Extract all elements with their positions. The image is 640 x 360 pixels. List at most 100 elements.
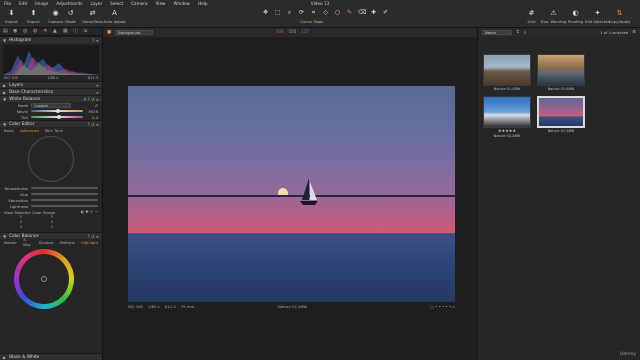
edit-selected-button[interactable]: ✦ Edit Selected (585, 9, 610, 24)
annotate-icon[interactable]: ✐ (382, 9, 389, 16)
library-tab-icon[interactable]: ▤ (3, 29, 8, 34)
histogram-curves (3, 51, 100, 75)
layers-header[interactable]: ▶ Layers ≡ (0, 81, 102, 88)
menu-icon[interactable]: ≡ (632, 30, 636, 35)
meta-tab-icon[interactable]: ⓘ (73, 29, 78, 34)
rating-stars[interactable]: ★★★★★ (483, 128, 531, 133)
thumbnail-image (483, 54, 531, 86)
tool-icons[interactable]: A ? ↺ ≡ (84, 97, 99, 102)
details-tab-icon[interactable]: ▲ (53, 29, 58, 34)
thumbnail-selected[interactable]: Nature 07.ARW (537, 96, 585, 138)
menu-edit[interactable]: Edit (19, 1, 27, 6)
variant-select[interactable]: Background (115, 30, 154, 35)
spot-icon[interactable]: ○ (334, 9, 341, 16)
thumbnail[interactable]: Nature 01.ARW (483, 54, 531, 91)
sort-select[interactable]: Name (482, 30, 512, 35)
color-balance-wheel[interactable] (14, 249, 74, 309)
thumbnail[interactable]: Nature 03.ARW (537, 54, 585, 91)
lens-tab-icon[interactable]: ◎ (23, 29, 28, 34)
color-range-wheel[interactable] (28, 136, 74, 182)
color-balance-header[interactable]: ▼ Color Balance ? ↺ ≡ (0, 232, 102, 239)
kelvin-slider[interactable] (31, 109, 83, 113)
capture-tab-icon[interactable]: ◉ (13, 29, 18, 34)
undo-redo-button[interactable]: ⇄ Undo/Redo (82, 9, 103, 24)
tool-icons[interactable]: ? ↺ ≡ (88, 122, 99, 127)
reset-button[interactable]: ↺ Reset (62, 9, 79, 24)
output-tab-icon[interactable]: ⇲ (83, 29, 88, 34)
menu-image[interactable]: Image (35, 1, 48, 6)
menu-view[interactable]: View (156, 1, 166, 6)
search-icon[interactable]: ⌕ (524, 30, 527, 36)
sort-direction-icon[interactable]: ↕ (516, 30, 520, 35)
menu-help[interactable]: Help (198, 1, 208, 6)
pan-icon[interactable]: ✥ (262, 9, 269, 16)
white-balance-header[interactable]: ▼ White Balance A ? ↺ ≡ (0, 95, 102, 102)
expand-icon: ▶ (3, 89, 7, 95)
import-icon: ⬇ (8, 9, 15, 17)
rotate-icon[interactable]: ⟳ (298, 9, 305, 16)
exposure-tab-icon[interactable]: ☀ (43, 29, 48, 34)
color-tab-icon[interactable]: ◍ (33, 29, 38, 34)
picker-icon[interactable]: ✚ (370, 9, 377, 16)
keystone-icon[interactable]: ◇ (322, 9, 329, 16)
collapse-icon: ▼ (3, 96, 7, 102)
menu-file[interactable]: File (4, 1, 11, 6)
auto-adjust-button[interactable]: A Auto Adjust (104, 9, 126, 24)
lightness-slider[interactable] (31, 205, 98, 207)
expand-icon: ▶ (3, 354, 7, 360)
expand-icon: ▶ (3, 82, 7, 88)
menu-layer[interactable]: Layer (90, 1, 102, 6)
tint-slider[interactable] (31, 115, 83, 119)
eraser-icon[interactable]: ⌫ (358, 9, 366, 16)
crop-icon[interactable]: ⌗ (310, 9, 317, 16)
proofing-button[interactable]: ◐ Proofing (567, 9, 584, 24)
collapse-icon: ▼ (3, 121, 7, 127)
brush-icon[interactable]: ✎ (346, 9, 353, 16)
tab-shadow[interactable]: Shadow (39, 240, 54, 245)
export-button[interactable]: ⬆ Export (25, 9, 42, 24)
menu-select[interactable]: Select (110, 1, 123, 6)
rating-dots[interactable]: ▢ • • • • • ▫ (430, 304, 455, 309)
tool-tabs: ▤ ◉ ◎ ◍ ☀ ▲ ▦ ⓘ ⇲ (0, 28, 102, 36)
eyedropper-icon[interactable]: ✐ (95, 103, 98, 108)
histogram-header[interactable]: ▼ Histogram ? ≡ (0, 36, 102, 43)
udemy-watermark: Udemy (620, 352, 636, 357)
range-icons[interactable]: ◐ ✚ ＋ − (81, 209, 98, 215)
main-photo[interactable] (128, 86, 455, 302)
color-editor-header[interactable]: ▼ Color Editor ? ↺ ≡ (0, 120, 102, 127)
tab-midtone[interactable]: Midtone (60, 240, 75, 245)
color-editor-tabs: Basic Advanced Skin Tone (0, 127, 102, 133)
tab-advanced[interactable]: Advanced (20, 128, 39, 133)
saturation-slider[interactable] (31, 199, 98, 201)
base-characteristics-header[interactable]: ▶ Base Characteristics ≡ (0, 88, 102, 95)
tab-master[interactable]: Master (4, 240, 17, 245)
select-icon[interactable]: ⬚ (274, 9, 281, 16)
horizon-line (128, 195, 455, 197)
adjust-tab-icon[interactable]: ▦ (63, 29, 68, 34)
zoom-icon[interactable]: ⌕ (286, 9, 293, 16)
black-white-header[interactable]: ▶ Black & White (0, 353, 102, 360)
import-button[interactable]: ⬇ Import (3, 9, 20, 24)
exp-warning-button[interactable]: ⚠ Exp. Warning (541, 9, 566, 24)
tool-icons[interactable]: ? ≡ (92, 38, 99, 43)
tool-icons[interactable]: ? ↺ ≡ (88, 234, 99, 239)
browser-panel: Name ↕ ⌕ 1 of 4 selected ≡ Nature 01.ARW… (477, 28, 640, 360)
wb-mode-select[interactable]: Custom (31, 102, 71, 108)
tab-3-way[interactable]: 3-Way (23, 237, 33, 247)
tab-highlight[interactable]: Highlight (81, 240, 98, 245)
tab-basic[interactable]: Basic (4, 128, 14, 133)
cursor-tools: ✥ ⬚ ⌕ ⟳ ⌗ ◇ ○ ✎ ⌫ ✚ ✐ (262, 9, 389, 16)
thumbnail[interactable]: ★★★★★ Nature 04.ARW (483, 96, 531, 138)
grid-button[interactable]: # Grid (523, 9, 540, 24)
menu-camera[interactable]: Camera (131, 1, 147, 6)
hue-slider[interactable] (31, 193, 98, 195)
copy-apply-button[interactable]: ⇅ Copy/Apply (609, 9, 631, 24)
menu-window[interactable]: Window (173, 1, 190, 6)
export-icon: ⬆ (30, 9, 37, 17)
menu-adjustments[interactable]: Adjustments (56, 1, 82, 6)
undo-redo-icon: ⇄ (89, 9, 96, 17)
reset-icon: ↺ (67, 9, 74, 17)
tab-skin-tone[interactable]: Skin Tone (45, 128, 63, 133)
smoothness-slider[interactable] (31, 187, 98, 189)
wheel-handle[interactable] (41, 276, 47, 282)
